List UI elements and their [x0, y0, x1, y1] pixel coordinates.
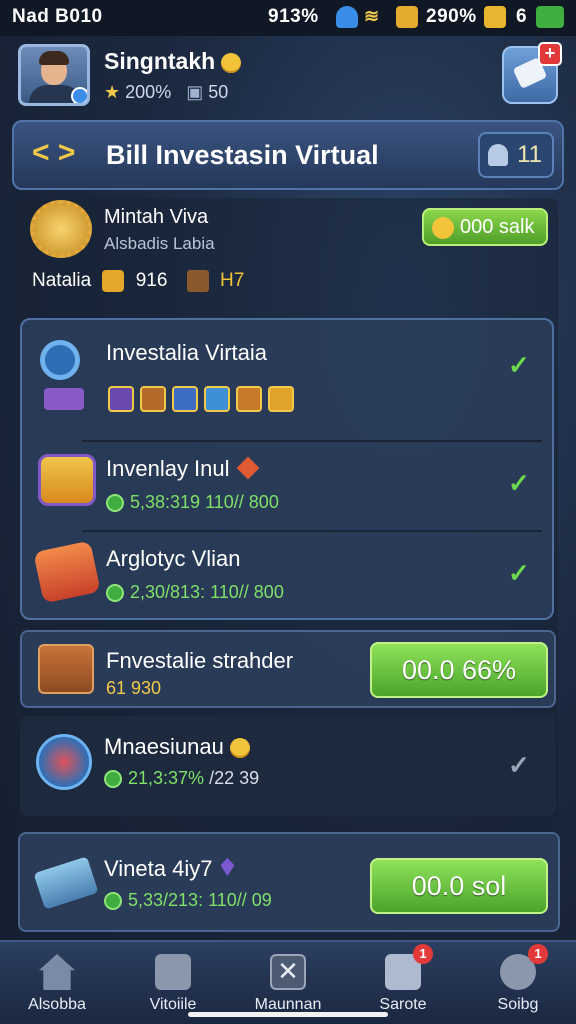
treasure-chest-icon — [38, 454, 96, 506]
rank-icon: ▣ — [186, 82, 204, 102]
battery-icon — [536, 6, 564, 28]
notification-badge: 1 — [528, 944, 548, 964]
offer-card: Fnvestalie strahder 61 930 00.0 66% — [20, 630, 556, 708]
star-icon: ★ — [104, 82, 121, 102]
status-bar: Nad B010 913% ≋ 290% 6 — [0, 0, 576, 36]
code-arrows-icon[interactable]: < > — [32, 136, 75, 170]
player-name: Singntakh — [104, 48, 216, 74]
cash-icon — [106, 584, 124, 603]
crate-value: H7 — [219, 270, 245, 292]
notification-badge: 1 — [413, 944, 433, 964]
title-bar: < > Bill Investasin Virtual 11 — [12, 120, 564, 190]
wifi-icon: ≋ — [364, 6, 380, 26]
offer-card: Vineta 4iy7 5,33/213: 110// 09 00.0 sol — [18, 832, 560, 932]
page-title: Bill Investasin Virtual — [106, 140, 379, 170]
reward-icon — [268, 386, 294, 412]
mail-icon: 1 — [385, 944, 433, 990]
gear-icon: 1 — [500, 944, 548, 990]
item-title: Arglotyc Vlian — [106, 546, 241, 571]
gem-icon — [220, 858, 235, 876]
resource-row: Natalia 916 H7 — [32, 270, 244, 292]
salk-label: 000 salk — [460, 216, 535, 238]
close-icon: ✕ — [270, 954, 306, 990]
nav-item-home[interactable]: Alsobba — [2, 950, 112, 1014]
cash-icon — [104, 892, 122, 911]
check-icon[interactable]: ✓ — [508, 350, 530, 381]
globe-icon — [36, 734, 92, 790]
item-title: Investalia Virtaia — [106, 340, 268, 365]
nav-item-settings[interactable]: 1 Soibg — [463, 944, 573, 1014]
battery-num-text: 6 — [516, 6, 528, 27]
gold-stack-icon — [102, 270, 125, 292]
divider — [82, 530, 542, 532]
check-icon[interactable]: ✓ — [508, 468, 530, 499]
player-name-row: Singntakh — [104, 48, 242, 75]
divider — [82, 440, 542, 442]
offer-amount: 61 930 — [106, 678, 162, 698]
investment-card: Investalia Virtaia ✓ Invenlay Inul 5,38:… — [20, 318, 554, 620]
user-icon — [488, 144, 508, 166]
bell-icon — [336, 6, 358, 28]
offer-meta: 21,3:37% /22 39 — [104, 768, 259, 789]
avatar[interactable] — [18, 44, 90, 106]
cash-stack-icon — [33, 856, 99, 910]
online-count: 11 — [517, 141, 542, 168]
verified-badge-icon — [71, 87, 87, 103]
rank-value: 50 — [208, 82, 229, 102]
document-stack-icon — [33, 540, 101, 604]
summary-title: Mintah Viva — [104, 206, 209, 228]
buy-button[interactable]: 00.0 66% — [370, 642, 548, 698]
offer-meta: 5,33/213: 110// 09 — [104, 890, 272, 911]
reward-icon — [108, 386, 134, 412]
gear-coin-icon — [30, 200, 92, 258]
check-icon[interactable]: ✓ — [508, 558, 530, 589]
carrier-text: Nad B010 — [12, 6, 103, 27]
item-meta: 2,30/813: 110// 800 — [106, 582, 284, 603]
cash-icon — [104, 770, 122, 789]
player-stats: ★ 200% ▣ 50 — [104, 82, 228, 103]
item-title: Invenlay Inul — [106, 456, 259, 482]
nav-label: Alsobba — [28, 996, 86, 1013]
reward-icon — [204, 386, 230, 412]
coin-box-icon — [484, 6, 506, 28]
offer-title: Vineta 4iy7 — [104, 856, 235, 882]
check-icon[interactable]: ✓ — [508, 750, 530, 781]
home-indicator[interactable] — [188, 1012, 388, 1017]
home-icon — [39, 954, 75, 990]
resource-label: Natalia — [32, 270, 92, 292]
offer-title: Mnaesiunau — [104, 734, 250, 760]
clipboard-icon — [155, 954, 191, 990]
nav-item-close[interactable]: ✕ Maunnan — [233, 950, 343, 1014]
reward-icon — [140, 386, 166, 412]
nav-item-clipboard[interactable]: Vitoiile — [118, 950, 228, 1014]
online-users-button[interactable]: 11 — [478, 132, 554, 178]
offer-card: Mnaesiunau 21,3:37% /22 39 ✓ — [20, 716, 556, 816]
nav-label: Soibg — [497, 996, 539, 1013]
coin-icon — [432, 217, 454, 239]
notification-button[interactable]: + — [502, 42, 562, 104]
lock-icon — [396, 6, 418, 28]
reward-icons — [108, 386, 300, 417]
item-meta: 5,38:319 110// 800 — [106, 492, 279, 513]
reward-icon — [172, 386, 198, 412]
reward-icon — [236, 386, 262, 412]
cash-icon — [106, 494, 124, 513]
salk-button[interactable]: 000 salk — [422, 208, 548, 246]
coin-icon — [221, 52, 242, 73]
gem-icon — [236, 456, 259, 480]
gold-value: 916 — [135, 270, 168, 292]
nav-item-mail[interactable]: 1 Sarote — [348, 944, 458, 1014]
plus-badge-icon: + — [538, 42, 562, 66]
signal-text: 913% — [268, 6, 319, 27]
summary-subtitle: Alsbadis Labia — [104, 234, 215, 253]
buy-button[interactable]: 00.0 sol — [370, 858, 548, 914]
stars-value: 200% — [125, 82, 172, 102]
safe-box-icon — [38, 644, 94, 694]
magnifier-icon — [40, 340, 90, 416]
coin-icon — [229, 738, 250, 759]
offer-title: Fnvestalie strahder — [106, 648, 294, 673]
battery-pct-text: 290% — [426, 6, 477, 27]
crate-icon — [186, 270, 209, 292]
